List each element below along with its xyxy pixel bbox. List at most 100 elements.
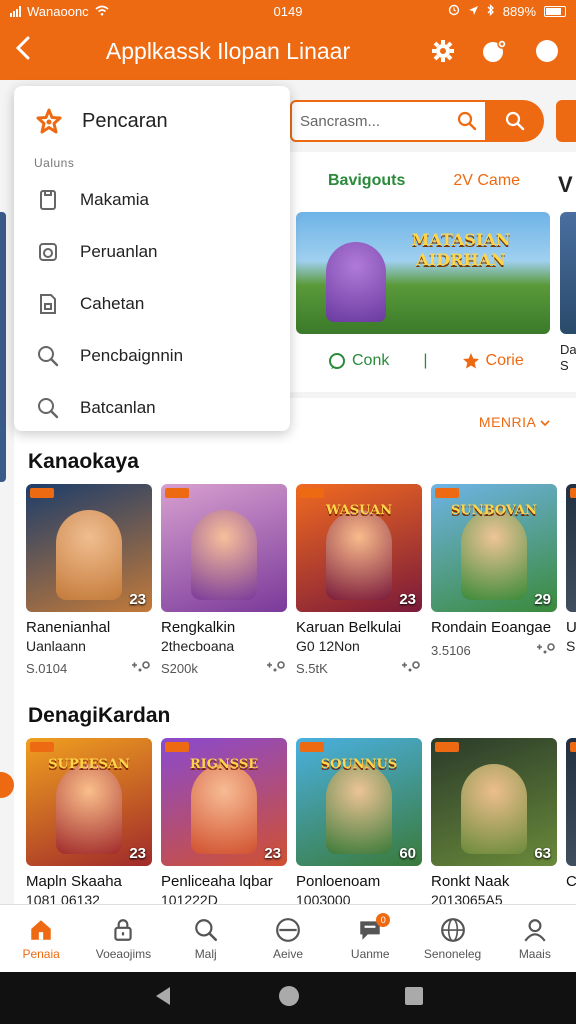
app-bar: Applkassk Ilopan Linaar <box>0 22 576 80</box>
game-thumbnail: 63 <box>431 738 557 866</box>
game-card[interactable]: SUPEESAN 23 Mapln Skaaha 1081 06132 <box>26 738 152 909</box>
divider: | <box>423 352 428 369</box>
game-badge: 23 <box>129 591 146 608</box>
game-thumbnail <box>566 738 576 866</box>
card-row: SUPEESAN 23 Mapln Skaaha 1081 06132 RIGNSSE 2… <box>26 738 576 909</box>
notification-button[interactable] <box>482 38 508 64</box>
game-price: 3.5106 <box>431 643 471 658</box>
menu-item[interactable]: Cahetan <box>14 278 290 330</box>
game-title: Mapln Skaaha <box>26 873 122 890</box>
nav-label: Maais <box>518 946 551 961</box>
game-tag <box>570 488 576 498</box>
peek-panel <box>0 212 6 482</box>
menu-item[interactable]: Pencbaignnin <box>14 330 290 382</box>
sort-dropdown[interactable]: MENRIA <box>479 414 550 430</box>
game-title: Penliceaha lqbar <box>161 873 273 890</box>
game-price: S.5tK <box>296 661 328 676</box>
menu-item[interactable]: Peruanlan <box>14 226 290 278</box>
nav-item-chat[interactable]: 0 Uanme <box>329 905 411 972</box>
game-list: MENRIA Kanaokaya 23 Ranenianhal Uanlaann S.… <box>14 398 576 908</box>
game-tag <box>435 742 459 752</box>
game-thumbnail: WASUAN 23 <box>296 484 422 612</box>
peek-tab[interactable] <box>0 772 14 798</box>
game-logo: SOUNNUS <box>320 757 398 772</box>
connect-button[interactable]: Conk <box>328 352 389 370</box>
tab-more[interactable]: V <box>558 172 573 198</box>
search-button[interactable] <box>485 100 545 142</box>
triangle-back-icon <box>156 986 170 1005</box>
settings-button[interactable] <box>430 38 456 64</box>
connect-label: Conk <box>352 352 390 369</box>
square-recents-icon <box>405 986 423 1005</box>
game-logo: WASUAN <box>325 503 393 518</box>
menu-header-label: Pencaran <box>82 109 168 132</box>
game-character <box>56 510 122 600</box>
menu-section-label: Ualuns <box>34 156 75 170</box>
game-thumbnail: SUPEESAN 23 <box>26 738 152 866</box>
menu-item-label: Peruanlan <box>80 242 158 261</box>
dropdown-menu: Pencaran Ualuns Makamia Peruanlan Cahetan P… <box>14 86 290 431</box>
game-card[interactable]: SOUNNUS 60 Ponloenoam 1003000 <box>296 738 422 909</box>
game-thumbnail: SUNBOVAN 29 <box>431 484 557 612</box>
nav-label: Senoneleg <box>423 946 482 961</box>
game-thumbnail: RIGNSSE 23 <box>161 738 287 866</box>
star-icon <box>36 108 62 134</box>
nav-item-circle[interactable]: Aeive <box>247 905 329 972</box>
banner-character <box>326 242 386 322</box>
menu-header[interactable]: Pencaran <box>14 86 290 134</box>
game-subtitle: 2thecboana <box>161 638 235 654</box>
chevron-left-icon <box>15 36 30 60</box>
favorite-label: Corie <box>485 352 524 369</box>
game-card[interactable]: 63 Ronkt Naak 2013065A5 <box>431 738 557 909</box>
battery-icon <box>544 5 566 17</box>
featured-banner[interactable]: MATASIAN AIDRHAN <box>296 212 550 334</box>
game-card[interactable]: Ul Sa <box>566 484 576 676</box>
game-thumbnail <box>566 484 576 612</box>
game-card[interactable]: C <box>566 738 576 909</box>
page-title: Applkassk Ilopan Linaar <box>105 37 351 64</box>
nav-item-user[interactable]: Maais <box>494 905 576 972</box>
tab-featured[interactable]: Bavigouts <box>328 172 405 198</box>
nav-label: Uanme <box>350 946 390 961</box>
battery-percent: 889% <box>502 3 536 19</box>
game-card[interactable]: Rengkalkin 2thecboana S200k <box>161 484 287 676</box>
home-icon <box>31 919 51 940</box>
featured-banner-next[interactable] <box>560 212 576 334</box>
notification-badge: 0 <box>376 913 391 927</box>
nav-label: Penaia <box>22 946 60 961</box>
filter-button[interactable] <box>556 100 576 142</box>
game-title: Ranenianhal <box>26 619 111 636</box>
profile-button[interactable] <box>534 38 560 64</box>
system-recents-button[interactable] <box>404 986 424 1011</box>
system-back-button[interactable] <box>152 985 174 1012</box>
system-home-button[interactable] <box>278 985 300 1012</box>
game-card[interactable]: RIGNSSE 23 Penliceaha lqbar 101222D <box>161 738 287 909</box>
document-icon <box>40 294 56 314</box>
tab-games[interactable]: 2V Came <box>453 172 520 198</box>
game-card[interactable]: SUNBOVAN 29 Rondain Eoangae 3.5106 <box>431 484 557 676</box>
nav-label: Voeaojims <box>95 946 152 961</box>
game-character <box>461 764 527 854</box>
game-card[interactable]: 23 Ranenianhal Uanlaann S.0104 <box>26 484 152 676</box>
star-icon <box>462 353 479 369</box>
back-button[interactable] <box>0 36 46 66</box>
nav-item-home[interactable]: Penaia <box>0 905 82 972</box>
controller-icon <box>400 661 422 676</box>
menu-item-label: Makamia <box>80 190 149 209</box>
chat-icon <box>329 353 345 369</box>
clock-icon <box>39 243 57 261</box>
search-input[interactable]: Sancrasm... <box>290 100 486 142</box>
nav-item-search[interactable]: Malj <box>165 905 247 972</box>
nav-item-lock[interactable]: Voeaojims <box>82 905 164 972</box>
favorite-button[interactable]: Corie <box>462 352 524 370</box>
game-thumbnail: SOUNNUS 60 <box>296 738 422 866</box>
game-logo: RIGNSSE <box>189 757 259 772</box>
menu-item[interactable]: Batcanlan <box>14 382 290 434</box>
game-subtitle: Sa <box>566 638 576 654</box>
game-card[interactable]: WASUAN 23 Karuan Belkulai G0 12Non S.5tK <box>296 484 422 676</box>
menu-item-label: Batcanlan <box>80 398 156 417</box>
nav-item-globe[interactable]: Senoneleg <box>411 905 493 972</box>
nav-label: Aeive <box>272 946 303 961</box>
section-title: Kanaokaya <box>28 450 139 473</box>
menu-item[interactable]: Makamia <box>14 174 290 226</box>
